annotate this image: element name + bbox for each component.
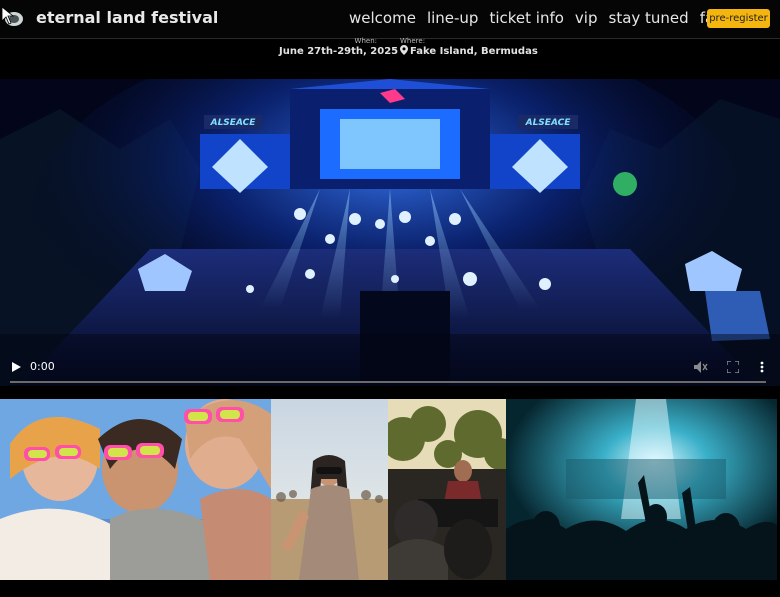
top-navigation-bar: eternal land festival welcome line-up ti… <box>0 0 780 38</box>
concert-stage-scene: ALSEACE ALSEACE <box>0 79 780 386</box>
event-where: Where: Fake Island, Bermudas <box>400 37 538 58</box>
stage-sign-left: ALSEACE <box>210 118 257 128</box>
photo-dj-booth <box>388 399 506 580</box>
festival-logo-icon[interactable] <box>2 7 24 29</box>
stage-sign-right: ALSEACE <box>525 118 572 128</box>
fullscreen-icon[interactable] <box>727 361 739 373</box>
photo-festival-dancer <box>271 399 388 580</box>
nav-vip[interactable]: vip <box>575 9 598 27</box>
photo-concert-crowd <box>506 399 777 580</box>
where-label: Where: <box>400 37 426 45</box>
brand-title[interactable]: eternal land festival <box>36 8 218 27</box>
where-row: Fake Island, Bermudas <box>400 45 538 58</box>
photo-gallery <box>0 399 780 580</box>
play-icon[interactable] <box>12 362 21 372</box>
nav-ticket-info[interactable]: ticket info <box>489 9 563 27</box>
nav-line-up[interactable]: line-up <box>427 9 479 27</box>
where-value: Fake Island, Bermudas <box>410 46 538 57</box>
event-when: When: June 27th-29th, 2025 <box>279 37 399 58</box>
nav-welcome[interactable]: welcome <box>349 9 416 27</box>
main-nav: welcome line-up ticket info vip stay tun… <box>349 9 724 27</box>
header-divider <box>0 38 780 39</box>
when-label: When: <box>354 37 377 45</box>
video-progress-bar[interactable] <box>10 381 766 383</box>
nav-stay-tuned[interactable]: stay tuned <box>609 9 689 27</box>
pre-register-button[interactable]: pre-register <box>707 9 770 28</box>
festival-video[interactable]: ALSEACE ALSEACE <box>0 79 780 386</box>
more-options-icon[interactable] <box>760 361 764 373</box>
mute-icon[interactable] <box>694 361 708 373</box>
location-pin-icon <box>400 45 408 55</box>
photo-friends-sunglasses <box>0 399 271 580</box>
video-current-time: 0:00 <box>30 360 55 373</box>
when-value: June 27th-29th, 2025 <box>279 46 399 57</box>
